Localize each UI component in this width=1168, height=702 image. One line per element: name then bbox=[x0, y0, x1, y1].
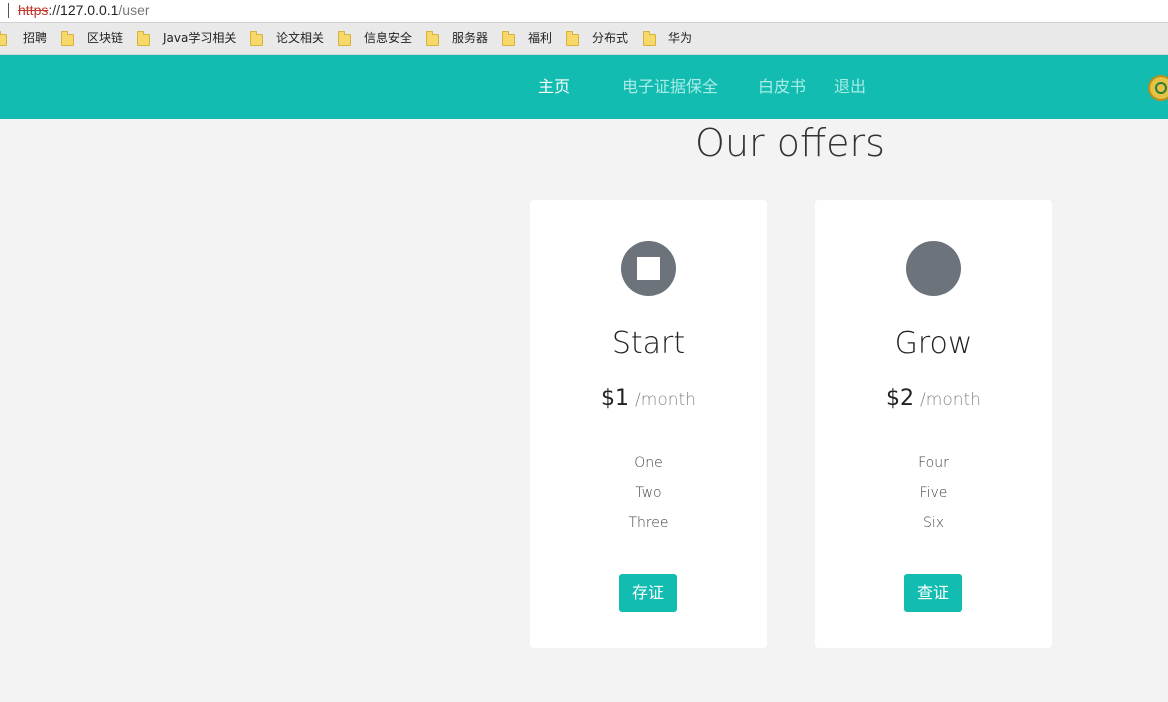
feature-item: Five bbox=[919, 485, 948, 501]
folder-icon bbox=[61, 31, 74, 46]
folder-icon bbox=[643, 31, 656, 46]
bookmark-label: 区块链 bbox=[87, 31, 124, 45]
stop-icon bbox=[621, 241, 676, 296]
text-caret bbox=[8, 3, 9, 18]
site-logo[interactable] bbox=[1148, 75, 1168, 101]
bookmark-label: 服务器 bbox=[452, 31, 489, 45]
offer-price: $1/month bbox=[530, 384, 767, 415]
circle-icon bbox=[906, 241, 961, 296]
folder-icon bbox=[250, 31, 263, 46]
offer-price: $2/month bbox=[815, 384, 1052, 415]
folder-icon bbox=[566, 31, 579, 46]
feature-item: One bbox=[634, 455, 663, 471]
nav-item-evidence-preservation[interactable]: 电子证据保全 bbox=[622, 55, 718, 119]
nav-item-logout[interactable]: 退出 bbox=[834, 55, 866, 119]
price-amount: $1 bbox=[601, 386, 630, 411]
feature-list: One Two Three bbox=[530, 448, 767, 538]
folder-icon bbox=[502, 31, 515, 46]
bookmark-label: 论文相关 bbox=[276, 31, 325, 45]
offer-title: Grow bbox=[894, 326, 973, 361]
verify-evidence-button[interactable]: 查证 bbox=[904, 574, 962, 612]
bookmark-label: 信息安全 bbox=[364, 31, 413, 45]
url-path: /user bbox=[118, 2, 150, 18]
address-bar[interactable]: https://127.0.0.1/user bbox=[0, 0, 1168, 23]
url-host: 127.0.0.1 bbox=[60, 2, 119, 18]
bookmark-label: 分布式 bbox=[592, 31, 629, 45]
price-period: /month bbox=[920, 390, 981, 410]
price-amount: $2 bbox=[886, 386, 915, 411]
feature-item: Four bbox=[918, 455, 949, 471]
url-text[interactable]: https://127.0.0.1/user bbox=[18, 0, 150, 20]
url-scheme: https bbox=[18, 2, 49, 18]
folder-icon bbox=[338, 31, 351, 46]
bookmark-label: Java学习相关 bbox=[163, 31, 237, 45]
folder-icon bbox=[137, 31, 150, 46]
store-evidence-button[interactable]: 存证 bbox=[619, 574, 677, 612]
feature-item: Six bbox=[922, 515, 945, 531]
bookmark-label: 招聘 bbox=[23, 31, 48, 45]
folder-icon bbox=[426, 31, 439, 46]
feature-list: Four Five Six bbox=[815, 448, 1052, 538]
feature-item: Two bbox=[635, 485, 662, 501]
offer-title: Start bbox=[611, 326, 686, 361]
url-separator: :// bbox=[48, 2, 61, 18]
stop-square-glyph bbox=[637, 257, 660, 280]
offer-card-grow: Grow $2/month Four Five Six 查证 bbox=[815, 200, 1052, 648]
nav-item-whitepaper[interactable]: 白皮书 bbox=[758, 55, 806, 119]
nav-item-home[interactable]: 主页 bbox=[538, 55, 570, 119]
price-period: /month bbox=[635, 390, 696, 410]
top-navbar: 主页 电子证据保全 白皮书 退出 bbox=[0, 55, 1168, 119]
page-title: Our offers bbox=[695, 121, 885, 165]
bookmarks-bar: 招聘 区块链 Java学习相关 论文相关 信息安全 服务器 福利 分布式 华为 bbox=[0, 23, 1168, 55]
folder-icon bbox=[0, 31, 7, 46]
offer-card-start: Start $1/month One Two Three 存证 bbox=[530, 200, 767, 648]
bookmark-label: 福利 bbox=[528, 31, 553, 45]
feature-item: Three bbox=[628, 515, 669, 531]
bookmark-label: 华为 bbox=[668, 31, 693, 45]
